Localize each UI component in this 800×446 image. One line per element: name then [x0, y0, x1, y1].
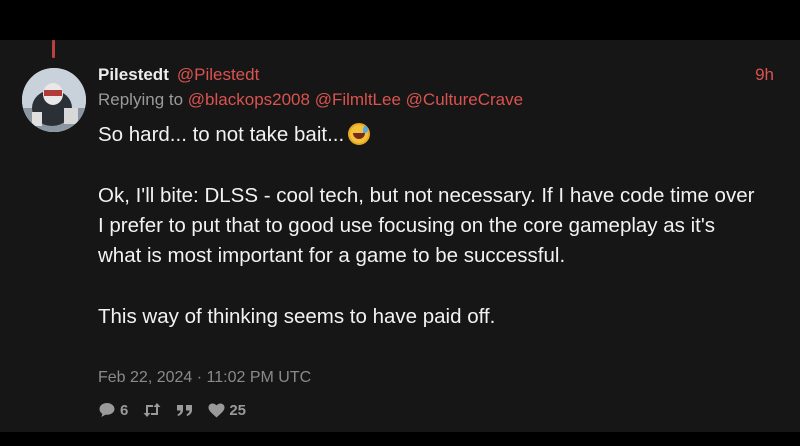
tweet-paragraph: Ok, I'll bite: DLSS - cool tech, but not…	[98, 184, 755, 267]
tweet-paragraph: So hard... to not take bait...	[98, 120, 758, 150]
avatar[interactable]	[22, 68, 86, 132]
heart-icon	[208, 403, 225, 417]
tweet-date: Feb 22, 2024	[98, 369, 193, 386]
mention-link[interactable]: @FilmltLee	[315, 90, 401, 109]
tweet-body: So hard... to not take bait... Ok, I'll …	[98, 120, 758, 332]
time-ago[interactable]: 9h	[755, 65, 774, 85]
comment-count: 6	[120, 401, 129, 419]
comment-icon	[99, 403, 115, 417]
replying-to-label: Replying to	[98, 90, 184, 109]
tweet-paragraph: This way of thinking seems to have paid …	[98, 305, 496, 328]
tweet-card: Pilestedt @Pilestedt 9h Replying to @bla…	[0, 40, 800, 432]
rolling-laughing-emoji-icon	[348, 123, 371, 145]
like-count: 25	[229, 401, 247, 419]
timestamp-separator: ·	[196, 369, 203, 386]
quote-button[interactable]	[176, 403, 194, 417]
tweet-time: 11:02 PM UTC	[206, 369, 312, 386]
quote-icon	[177, 405, 193, 416]
mention-link[interactable]: @CultureCrave	[406, 90, 523, 109]
author-handle[interactable]: @Pilestedt	[177, 65, 259, 85]
tweet-actions: 6 25	[98, 401, 260, 419]
replying-to: Replying to @blackops2008 @FilmltLee @Cu…	[98, 90, 523, 110]
reply-button[interactable]: 6	[98, 402, 128, 419]
like-button[interactable]: 25	[208, 402, 246, 419]
tweet-paragraph-text: So hard... to not take bait...	[98, 123, 345, 146]
retweet-button[interactable]	[142, 402, 162, 418]
tweet-timestamp[interactable]: Feb 22, 2024 · 11:02 PM UTC	[98, 369, 311, 387]
retweet-icon	[143, 403, 161, 417]
mention-link[interactable]: @blackops2008	[188, 90, 310, 109]
tweet-header: Pilestedt @Pilestedt 9h	[98, 64, 774, 86]
author-name[interactable]: Pilestedt	[98, 65, 169, 85]
thread-line	[52, 40, 55, 58]
